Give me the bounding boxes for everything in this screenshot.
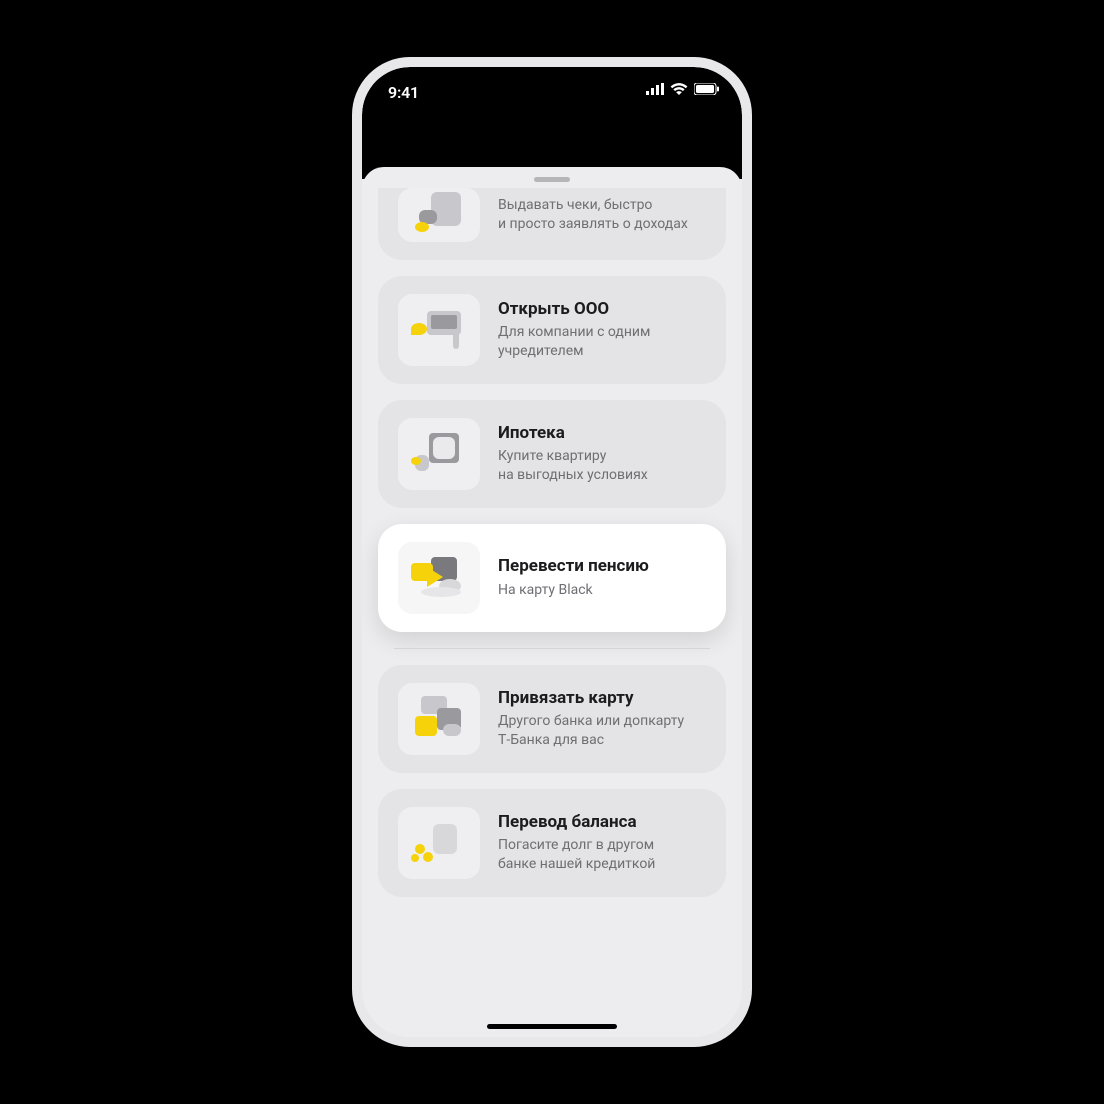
- home-indicator[interactable]: [487, 1024, 617, 1029]
- status-right: [646, 83, 720, 95]
- open-llc-icon: [398, 294, 480, 366]
- option-open-llc[interactable]: Открыть ООО Для компании с одним учредит…: [378, 276, 726, 384]
- status-bar: 9:41: [362, 67, 742, 179]
- option-transfer-pension[interactable]: Перевести пенсию На карту Black: [378, 524, 726, 632]
- link-card-icon: [398, 683, 480, 755]
- cellular-icon: [646, 83, 664, 95]
- sheet-grabber[interactable]: [534, 177, 570, 182]
- option-title: Ипотека: [498, 423, 706, 443]
- option-balance-transfer[interactable]: Перевод баланса Погасите долг в другом б…: [378, 789, 726, 897]
- wifi-icon: [670, 83, 688, 95]
- section-divider: [394, 648, 710, 649]
- option-link-card[interactable]: Привязать карту Другого банка или допкар…: [378, 665, 726, 773]
- option-mortgage[interactable]: Ипотека Купите квартиру на выгодных усло…: [378, 400, 726, 508]
- option-subtitle: Погасите долг в другом банке нашей креди…: [498, 836, 706, 874]
- option-title: Перевод баланса: [498, 812, 706, 832]
- option-title: Привязать карту: [498, 688, 706, 708]
- option-title: Перевести пенсию: [498, 556, 706, 576]
- phone-screen: 9:41: [362, 67, 742, 1037]
- option-subtitle: Другого банка или допкарту Т‑Банка для в…: [498, 712, 706, 750]
- phone-frame: 9:41: [352, 57, 752, 1047]
- status-time: 9:41: [388, 83, 419, 102]
- option-subtitle: Купите квартиру на выгодных условиях: [498, 447, 706, 485]
- option-subtitle: На карту Black: [498, 581, 706, 600]
- pension-icon: [398, 542, 480, 614]
- receipts-icon: [398, 188, 480, 242]
- option-title: Открыть ООО: [498, 299, 706, 319]
- balance-transfer-icon: [398, 807, 480, 879]
- options-list: Выдавать чеки, быстро и просто заявлять …: [362, 188, 742, 923]
- mortgage-icon: [398, 418, 480, 490]
- option-subtitle: Выдавать чеки, быстро и просто заявлять …: [498, 196, 706, 234]
- bottom-sheet[interactable]: Выдавать чеки, быстро и просто заявлять …: [362, 167, 742, 1037]
- battery-icon: [694, 83, 720, 95]
- option-receipts[interactable]: Выдавать чеки, быстро и просто заявлять …: [378, 188, 726, 260]
- option-subtitle: Для компании с одним учредителем: [498, 323, 706, 361]
